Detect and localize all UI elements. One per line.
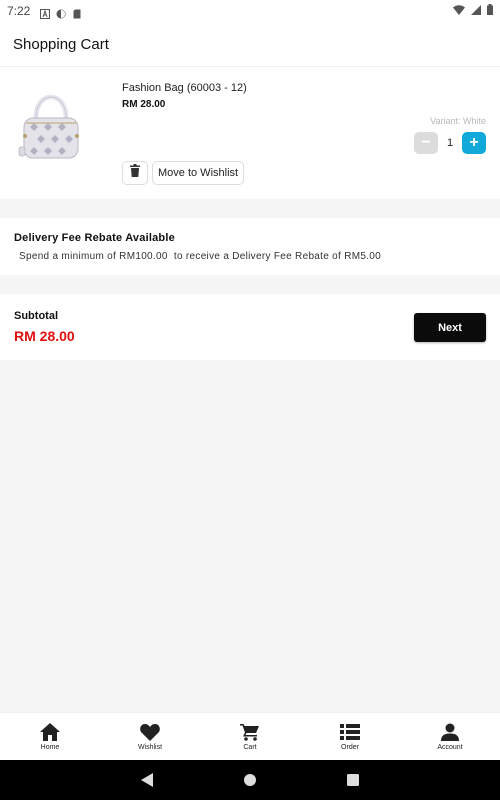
signal-icon	[471, 2, 481, 20]
delivery-rebate-card: Delivery Fee Rebate Available Spend a mi…	[0, 218, 500, 275]
product-price: RM 28.00	[122, 99, 166, 110]
nav-order[interactable]: Order	[300, 713, 400, 760]
plus-icon: +	[469, 134, 479, 151]
battery-icon	[487, 2, 493, 20]
nav-wishlist[interactable]: Wishlist	[100, 713, 200, 760]
rebate-description: Spend a minimum of RM100.00 to receive a…	[19, 251, 382, 262]
home-icon	[39, 722, 61, 742]
nav-home[interactable]: Home	[0, 713, 100, 760]
quantity-value: 1	[446, 137, 454, 149]
nav-home-label: Home	[40, 744, 60, 751]
list-icon	[339, 722, 361, 742]
status-time: 7:22	[7, 4, 31, 18]
nav-account[interactable]: Account	[400, 713, 500, 760]
nav-cart-label: Cart	[243, 744, 257, 751]
heart-icon	[139, 722, 161, 742]
font-icon	[40, 6, 51, 19]
wifi-icon	[453, 2, 465, 20]
sd-card-icon	[72, 6, 82, 19]
recents-icon[interactable]	[347, 774, 359, 786]
status-icons-right	[453, 2, 493, 20]
system-nav-bar	[0, 760, 500, 800]
product-variant: Variant: White	[430, 116, 486, 126]
product-name[interactable]: Fashion Bag (60003 - 12)	[122, 82, 247, 94]
vpn-icon	[56, 6, 66, 19]
delete-item-button[interactable]	[122, 161, 148, 185]
subtotal-label: Subtotal	[14, 310, 58, 322]
subtotal-amount: RM 28.00	[14, 328, 75, 344]
nav-order-label: Order	[341, 744, 359, 751]
next-button[interactable]: Next	[414, 313, 486, 342]
increase-quantity-button[interactable]: +	[462, 132, 486, 154]
status-icons-left	[40, 6, 82, 19]
next-button-label: Next	[438, 321, 462, 334]
app-header: Shopping Cart	[0, 22, 500, 67]
subtotal-card: Subtotal RM 28.00 Next	[0, 294, 500, 360]
nav-account-label: Account	[437, 744, 463, 751]
status-bar: 7:22	[0, 0, 500, 22]
rebate-title: Delivery Fee Rebate Available	[14, 232, 175, 244]
bottom-nav: Home Wishlist Cart Order Account	[0, 712, 500, 760]
handbag-image[interactable]	[16, 81, 86, 176]
nav-cart[interactable]: Cart	[200, 713, 300, 760]
move-to-wishlist-button[interactable]: Move to Wishlist	[152, 161, 245, 185]
minus-icon: −	[421, 134, 431, 151]
cart-icon	[239, 722, 261, 742]
page-title: Shopping Cart	[13, 35, 109, 53]
cart-item: Fashion Bag (60003 - 12) RM 28.00 Varian…	[0, 67, 500, 199]
trash-icon	[129, 164, 141, 182]
home-circle-icon[interactable]	[243, 773, 257, 787]
quantity-stepper: − 1 +	[414, 132, 486, 154]
decrease-quantity-button[interactable]: −	[414, 132, 438, 154]
nav-wishlist-label: Wishlist	[137, 744, 163, 751]
person-icon	[439, 722, 461, 742]
move-to-wishlist-label: Move to Wishlist	[158, 167, 239, 179]
back-icon[interactable]	[141, 773, 153, 787]
